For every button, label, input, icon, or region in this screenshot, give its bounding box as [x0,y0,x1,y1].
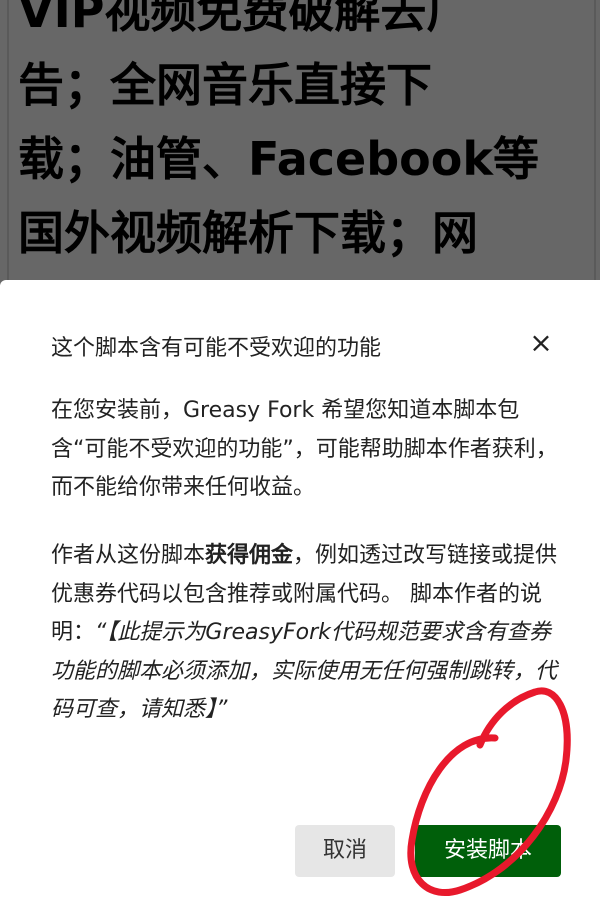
background-script-title: VIP视频免费破解去广 告；全网音乐直接下 载；油管、Facebook等 国外视… [18,0,588,270]
antifeature-warning-dialog: 这个脚本含有可能不受欢迎的功能 × 在您安装前，Greasy Fork 希望您知… [0,280,600,921]
install-script-button[interactable]: 安装脚本 [415,825,561,877]
background-page: VIP视频免费破解去广 告；全网音乐直接下 载；油管、Facebook等 国外视… [0,0,600,300]
author-note: “【此提示为GreasyFork代码规范要求含有查券功能的脚本必须添加，实际使用… [51,620,558,722]
dialog-antifeature-text: 作者从这份脚本获得佣金，例如透过改写链接或提供优惠券代码以包含推荐或附属代码。 … [51,537,561,730]
background-line: VIP视频免费破解去广 [18,0,473,38]
dialog-title: 这个脚本含有可能不受欢迎的功能 [51,336,382,361]
background-line: 载；油管、Facebook等 [18,132,539,186]
dialog-intro-text: 在您安装前，Greasy Fork 希望您知道本脚本包含“可能不受欢迎的功能”，… [51,398,558,500]
antifeature-type: 获得佣金 [205,543,294,568]
close-icon[interactable]: × [526,328,556,358]
cancel-button[interactable]: 取消 [295,825,395,877]
background-line: 国外视频解析下载；网 [18,206,478,260]
background-line: 告；全网音乐直接下 [18,58,432,112]
text: 作者从这份脚本 [51,543,206,568]
